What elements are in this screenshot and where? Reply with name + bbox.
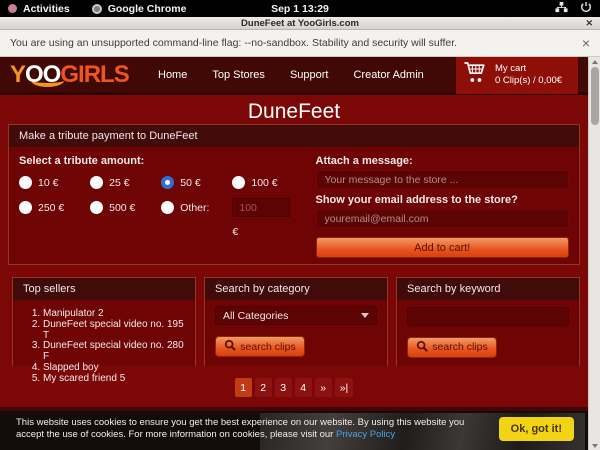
top-sellers-list: Manipulator 2 DuneFeet special video no.…	[23, 309, 185, 385]
other-amount-input[interactable]	[232, 198, 290, 217]
radio-icon[interactable]	[19, 201, 32, 214]
search-category-panel: Search by category All Categories search…	[204, 277, 388, 366]
search-clips-keyword-button[interactable]: search clips	[407, 337, 497, 358]
chrome-icon	[92, 4, 102, 14]
page-button-2[interactable]: 2	[255, 378, 272, 397]
gnome-top-bar: Activities Google Chrome Sep 1 13:29	[0, 0, 600, 17]
search-clips-category-button[interactable]: search clips	[215, 336, 305, 357]
page-button-1[interactable]: 1	[235, 378, 252, 397]
app-menu[interactable]: Google Chrome	[92, 3, 187, 15]
cookie-notice-bar: This website uses cookies to ensure you …	[0, 411, 588, 450]
warning-infobar: You are using an unsupported command-lin…	[0, 30, 600, 57]
radio-icon[interactable]	[90, 201, 103, 214]
top-seller-item[interactable]: DuneFeet special video no. 195 T	[43, 320, 185, 342]
webpage: YOOGIRLS Home Top Stores Support Creator…	[0, 57, 588, 450]
logo-part-girls: GIRLS	[60, 61, 128, 88]
top-sellers-panel: Top sellers Manipulator 2 DuneFeet speci…	[12, 277, 196, 366]
top-seller-item[interactable]: My scared friend 5	[43, 374, 185, 385]
add-to-cart-button[interactable]: Add to cart!	[316, 237, 570, 258]
logo-smile-icon	[31, 74, 64, 87]
search-keyword-header: Search by keyword	[397, 278, 579, 300]
nav-home[interactable]: Home	[158, 69, 187, 81]
search-icon	[416, 340, 428, 355]
my-cart-button[interactable]: My cart 0 Clip(s) / 0,00€	[456, 57, 578, 94]
tribute-panel: Make a tribute payment to DuneFeet Selec…	[8, 124, 580, 265]
browser-viewport: YOOGIRLS Home Top Stores Support Creator…	[0, 57, 600, 450]
page-button-last[interactable]: »|	[335, 378, 354, 397]
window-close-icon[interactable]: ✕	[585, 17, 593, 30]
scrollbar-thumb[interactable]	[591, 67, 599, 125]
currency-label: €	[232, 226, 299, 238]
cart-summary: 0 Clip(s) / 0,00€	[495, 75, 562, 86]
amount-option-50-selected[interactable]: 50 €	[161, 176, 228, 189]
keyword-input[interactable]	[407, 307, 569, 326]
amount-option-500[interactable]: 500 €	[90, 201, 157, 214]
search-icon	[224, 339, 236, 354]
activities-button[interactable]: Activities	[8, 3, 70, 15]
amount-option-250[interactable]: 250 €	[19, 201, 86, 214]
amount-select-label: Select a tribute amount:	[19, 155, 300, 167]
amount-option-25[interactable]: 25 €	[90, 176, 157, 189]
amount-option-10[interactable]: 10 €	[19, 176, 86, 189]
scrollbar[interactable]	[588, 57, 600, 450]
radio-icon[interactable]	[19, 176, 32, 189]
nav-creator-admin[interactable]: Creator Admin	[353, 69, 423, 81]
tribute-panel-header: Make a tribute payment to DuneFeet	[9, 125, 579, 147]
page-button-next[interactable]: »	[315, 378, 332, 397]
cookie-accept-button[interactable]: Ok, got it!	[499, 417, 574, 441]
search-category-header: Search by category	[205, 278, 387, 300]
radio-icon[interactable]	[161, 201, 174, 214]
app-menu-label: Google Chrome	[108, 3, 187, 15]
privacy-policy-link[interactable]: Privacy Policy	[336, 429, 395, 440]
amount-option-other[interactable]: Other:	[161, 201, 228, 214]
site-header: YOOGIRLS Home Top Stores Support Creator…	[0, 57, 588, 95]
amount-option-100[interactable]: 100 €	[232, 176, 299, 189]
amount-options: 10 € 25 € 50 € 100 € 250 € 500 € Other: …	[19, 176, 300, 238]
email-label: Show your email address to the store?	[316, 194, 570, 206]
clock[interactable]: Sep 1 13:29	[0, 3, 600, 15]
category-select[interactable]: All Categories	[215, 306, 377, 325]
page-content: DuneFeet Make a tribute payment to DuneF…	[0, 95, 588, 407]
scrollbar-up-icon[interactable]	[589, 57, 600, 66]
top-sellers-header: Top sellers	[13, 278, 195, 300]
message-input[interactable]	[316, 170, 570, 189]
search-keyword-panel: Search by keyword search clips	[396, 277, 580, 366]
page-button-3[interactable]: 3	[275, 378, 292, 397]
radio-icon[interactable]	[232, 176, 245, 189]
power-icon[interactable]	[580, 1, 592, 16]
warning-close-icon[interactable]: ×	[582, 36, 590, 50]
window-title: DuneFeet at YooGirls.com	[241, 18, 359, 29]
warning-text: You are using an unsupported command-lin…	[10, 37, 457, 49]
page-button-4[interactable]: 4	[295, 378, 312, 397]
nav-support[interactable]: Support	[290, 69, 329, 81]
cart-icon	[463, 60, 488, 89]
network-icon[interactable]	[555, 1, 568, 16]
screen: Activities Google Chrome Sep 1 13:29 Dun…	[0, 0, 600, 450]
scrollbar-down-icon[interactable]	[589, 441, 600, 450]
nav-top-stores[interactable]: Top Stores	[212, 69, 265, 81]
cookie-notice-text: This website uses cookies to ensure you …	[16, 417, 486, 441]
activities-label: Activities	[23, 3, 70, 15]
cart-label: My cart	[495, 63, 526, 74]
chevron-down-icon	[361, 313, 369, 318]
window-title-bar: DuneFeet at YooGirls.com ✕	[0, 17, 600, 30]
radio-checked-icon[interactable]	[161, 176, 174, 189]
main-nav: Home Top Stores Support Creator Admin	[158, 69, 424, 81]
logo-part-y: Y	[10, 61, 25, 88]
page-title: DuneFeet	[0, 95, 588, 122]
activities-dot-icon	[8, 4, 17, 13]
radio-icon[interactable]	[90, 176, 103, 189]
top-seller-item[interactable]: DuneFeet special video no. 280 F	[43, 341, 185, 363]
site-logo[interactable]: YOOGIRLS	[10, 59, 148, 91]
email-input[interactable]	[316, 209, 570, 228]
message-label: Attach a message:	[316, 155, 570, 167]
